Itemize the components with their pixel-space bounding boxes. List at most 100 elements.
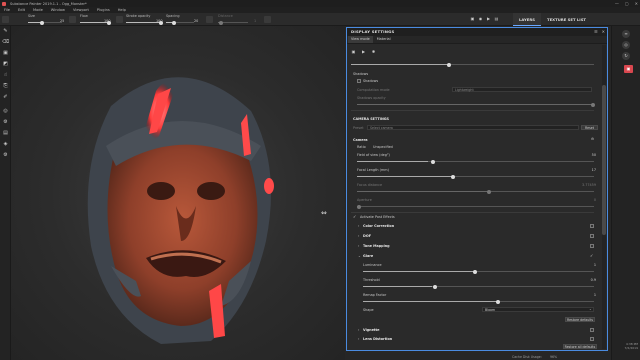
symmetry-icon[interactable] — [264, 16, 271, 23]
effect-vignette[interactable]: Vignette — [363, 328, 379, 332]
preset-select[interactable]: Select camera — [367, 125, 579, 130]
remap-factor-slider[interactable] — [363, 299, 594, 304]
cache-label: Cache Disk Usage: — [512, 355, 542, 359]
dof-checkbox[interactable] — [590, 234, 594, 238]
spacing-slider[interactable] — [166, 20, 194, 25]
projection-icon[interactable]: ▣ — [2, 50, 9, 57]
environment-video-icon[interactable]: ▶ — [361, 49, 366, 54]
glare-chevron-icon[interactable]: ⌄ — [358, 254, 361, 258]
menu-edit[interactable]: Edit — [18, 8, 25, 12]
layout-icon[interactable]: ▤ — [494, 16, 499, 21]
panel-close-icon[interactable]: ✕ — [602, 29, 605, 34]
menu-plugins[interactable]: Plugins — [97, 8, 110, 12]
threshold-slider[interactable] — [363, 284, 594, 289]
aperture-slider[interactable] — [357, 204, 594, 209]
focus-distance-value[interactable]: 3.77459 — [582, 183, 596, 187]
clone-icon[interactable]: ⎘ — [2, 83, 9, 90]
polygon-fill-icon[interactable]: ◩ — [2, 61, 9, 68]
shadows-checkbox[interactable] — [357, 79, 361, 83]
material-picker-icon[interactable]: ✐ — [2, 94, 9, 101]
render-icon[interactable]: ▤ — [2, 130, 9, 137]
display-settings-icon[interactable]: ▣ — [624, 65, 633, 73]
size-slider[interactable] — [28, 20, 62, 25]
menu-help[interactable]: Help — [118, 8, 126, 12]
effect-dof[interactable]: DOF — [363, 234, 371, 238]
camera-gear-icon[interactable]: ⚙ — [591, 137, 594, 141]
effect-tone-mapping[interactable]: Tone Mapping — [363, 244, 390, 248]
computation-mode-select[interactable]: Lightweight — [452, 87, 592, 92]
lens-distortion-checkbox[interactable] — [590, 337, 594, 341]
camera-icon[interactable]: ◉ — [478, 16, 483, 21]
vignette-chevron-icon[interactable]: › — [358, 328, 359, 332]
focus-distance-slider[interactable] — [357, 189, 594, 194]
environment-gear-icon[interactable]: ✱ — [371, 49, 376, 54]
layers-panel-icon[interactable]: ◎ — [622, 41, 630, 49]
focal-length-slider[interactable] — [357, 174, 594, 179]
focal-length-value[interactable]: 17 — [592, 168, 596, 172]
video-icon[interactable]: ▶ — [486, 16, 491, 21]
lens-distortion-chevron-icon[interactable]: › — [358, 337, 359, 341]
shape-select[interactable]: Bloom — [482, 307, 594, 312]
screenshot-icon[interactable]: ▣ — [470, 16, 475, 21]
scrollbar-thumb[interactable] — [602, 85, 606, 235]
minimize-button[interactable]: — — [615, 1, 619, 6]
effect-glare[interactable]: Glare — [363, 254, 373, 258]
dof-chevron-icon[interactable]: › — [358, 234, 359, 238]
brush-preset-icon[interactable] — [2, 16, 9, 23]
restore-all-defaults-button[interactable]: Restore all defaults — [563, 344, 597, 349]
3d-viewport[interactable]: ⇔ — [11, 26, 345, 360]
distance-value: 1 — [254, 19, 257, 23]
vignette-checkbox[interactable] — [590, 328, 594, 332]
effect-color-correction[interactable]: Color Correction — [363, 224, 394, 228]
color-correction-checkbox[interactable] — [590, 224, 594, 228]
tab-texture-set-list[interactable]: TEXTURE SET LIST — [541, 13, 592, 26]
smudge-icon[interactable]: ☝ — [2, 72, 9, 79]
luminance-slider[interactable] — [363, 269, 594, 274]
panel-menu-icon[interactable]: ☰ — [594, 29, 598, 34]
app-window: Substance Painter 2019.1.1 - Ogg_Monster… — [0, 0, 640, 360]
pressure-size-icon[interactable] — [69, 16, 76, 23]
ratio-value[interactable]: Unspecified — [373, 145, 393, 149]
environment-image-icon[interactable]: ▣ — [351, 49, 356, 54]
effect-lens-distortion[interactable]: Lens Distortion — [363, 337, 392, 341]
pressure-flow-icon[interactable] — [116, 16, 123, 23]
maximize-button[interactable]: ▢ — [625, 1, 629, 6]
glare-check-icon[interactable]: ✓ — [590, 253, 593, 258]
distance-slider[interactable] — [218, 20, 248, 25]
environment-slider[interactable] — [351, 62, 594, 67]
aperture-value[interactable]: 0 — [594, 198, 596, 202]
menu-viewport[interactable]: Viewport — [73, 8, 89, 12]
settings-icon[interactable]: ⚙ — [2, 119, 9, 126]
view-mode-button[interactable]: View mode — [348, 36, 373, 43]
tone-mapping-chevron-icon[interactable]: › — [358, 244, 359, 248]
activate-post-effects-check-icon[interactable]: ✓ — [353, 214, 356, 219]
tab-layers[interactable]: LAYERS — [513, 13, 541, 26]
material-mode-button[interactable]: Material — [374, 36, 394, 43]
preset-reset-button[interactable]: Reset — [581, 125, 598, 130]
close-button[interactable]: ✕ — [635, 1, 638, 6]
shelf-panel-icon[interactable]: ≡ — [622, 30, 630, 38]
paint-brush-icon[interactable]: ✎ — [2, 28, 9, 35]
luminance-value[interactable]: 1 — [594, 263, 596, 267]
panel-scrollbar[interactable] — [602, 45, 606, 349]
cache-value: 96% — [550, 355, 558, 359]
threshold-value[interactable]: 0.9 — [591, 278, 596, 282]
shadows-opacity-slider[interactable] — [357, 102, 595, 107]
color-correction-chevron-icon[interactable]: › — [358, 224, 359, 228]
bake-icon[interactable]: ◎ — [2, 108, 9, 115]
fov-value[interactable]: 50 — [592, 153, 596, 157]
texture-icon[interactable]: ◈ — [2, 141, 9, 148]
menu-mode[interactable]: Mode — [33, 8, 43, 12]
remap-factor-value[interactable]: 1 — [594, 293, 596, 297]
menu-file[interactable]: File — [4, 8, 10, 12]
menu-window[interactable]: Window — [51, 8, 65, 12]
panel-body: ▣ ▶ ✱ Shadows Shadows Computation mode L… — [347, 44, 602, 350]
shape-dropdown-chevron-icon[interactable]: ⌄ — [589, 307, 592, 311]
history-panel-icon[interactable]: ↻ — [622, 52, 630, 60]
eraser-icon[interactable]: ⌫ — [2, 39, 9, 46]
fov-slider[interactable] — [357, 159, 594, 164]
glare-restore-defaults-button[interactable]: Restore defaults — [565, 317, 595, 322]
tone-mapping-checkbox[interactable] — [590, 244, 594, 248]
shelf-icon[interactable]: ⚙ — [2, 152, 9, 159]
lazy-mouse-icon[interactable] — [206, 16, 213, 23]
